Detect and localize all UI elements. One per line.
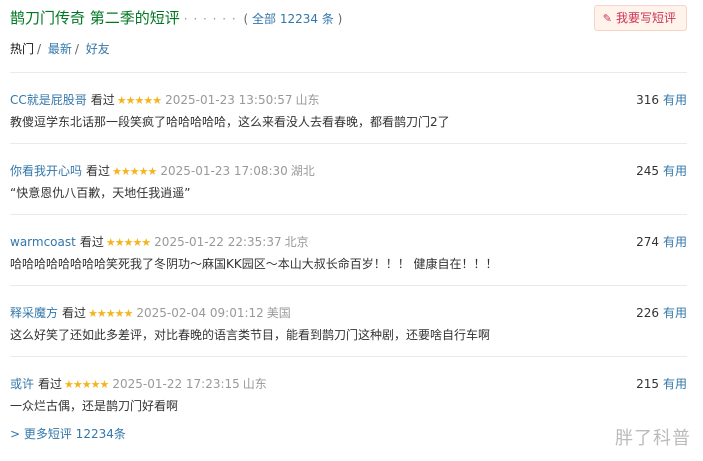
vote-area: 274 有用 (636, 233, 687, 250)
all-comments-link[interactable]: 全部 12234 条 (252, 12, 334, 26)
watched-label: 看过 (38, 377, 63, 391)
vote-area: 316 有用 (636, 91, 687, 108)
vote-count: 226 (636, 306, 659, 320)
vote-count: 245 (636, 164, 659, 178)
comment-time: 2025-01-23 17:08:30 (160, 164, 288, 178)
comment-time: 2025-01-23 13:50:57 (165, 93, 293, 107)
useful-button[interactable]: 有用 (663, 306, 687, 320)
count-paren-open: ( (243, 12, 253, 26)
title-text: 鹊刀门传奇 第二季的短评 (10, 9, 180, 27)
comment-text: 哈哈哈哈哈哈哈哈笑死我了冬阴功～麻国KK园区～本山大叔长命百岁！！！ 健康自在！… (10, 257, 498, 271)
comment-user[interactable]: 释采魔方 (10, 306, 58, 320)
comment-time: 2025-01-22 17:23:15 (112, 377, 240, 391)
more-comments-link[interactable]: > 更多短评 12234条 (10, 425, 126, 442)
comment-meta: warmcoast 看过 ★★★★★ 2025-01-22 22:35:37 北京 (10, 233, 309, 250)
vote-count: 316 (636, 93, 659, 107)
rating-stars-icon: ★★★★★ (112, 165, 157, 178)
comment-text: 教傻逗学东北话那一段笑疯了哈哈哈哈哈，这么来看没人去看春晚，都看鹊刀门2了 (10, 115, 450, 129)
comment-user[interactable]: 你看我开心吗 (10, 164, 82, 178)
watched-label: 看过 (86, 164, 111, 178)
useful-button[interactable]: 有用 (663, 377, 687, 391)
vote-count: 274 (636, 235, 659, 249)
vote-count: 215 (636, 377, 659, 391)
comment-user[interactable]: warmcoast (10, 235, 76, 249)
comment-time: 2025-02-04 09:01:12 (136, 306, 264, 320)
watched-label: 看过 (79, 235, 104, 249)
rating-stars-icon: ★★★★★ (88, 307, 133, 320)
comment-user[interactable]: CC就是屁股哥 (10, 93, 87, 107)
vote-area: 215 有用 (636, 375, 687, 392)
tab-hot[interactable]: 热门 (10, 42, 34, 56)
watched-label: 看过 (90, 93, 115, 107)
comment-list: CC就是屁股哥 看过 ★★★★★ 2025-01-23 13:50:57 山东 316 有… (10, 72, 687, 427)
page-header: 鹊刀门传奇 第二季的短评 · · · · · · ( 全部 12234 条 ) ✎… (10, 4, 687, 31)
watermark: 胖了科普 (615, 428, 691, 449)
comment-meta: CC就是屁股哥 看过 ★★★★★ 2025-01-23 13:50:57 山东 (10, 91, 320, 108)
useful-button[interactable]: 有用 (663, 164, 687, 178)
rating-stars-icon: ★★★★★ (64, 378, 109, 391)
comment-text: 一众烂古偶，还是鹊刀门好看啊 (10, 399, 179, 413)
useful-button[interactable]: 有用 (663, 93, 687, 107)
comment-text: “快意恩仇八百歉，天地任我逍遥” (10, 186, 191, 200)
comment-item: 或许 看过 ★★★★★ 2025-01-22 17:23:15 山东 215 有用 一众烂… (10, 356, 687, 427)
comment-item: CC就是屁股哥 看过 ★★★★★ 2025-01-23 13:50:57 山东 316 有… (10, 72, 687, 143)
comment-text: 这么好笑了还如此多差评，对比春晚的语言类节目，能看到鹊刀门这种剧，还要啥自行车啊 (10, 328, 491, 342)
comment-item: 释采魔方 看过 ★★★★★ 2025-02-04 09:01:12 美国 226 有用 这… (10, 285, 687, 356)
useful-button[interactable]: 有用 (663, 235, 687, 249)
write-comment-label: 我要写短评 (615, 11, 676, 25)
rating-stars-icon: ★★★★★ (116, 94, 162, 107)
comment-location: 北京 (284, 235, 309, 249)
comment-location: 山东 (242, 377, 267, 391)
comment-location: 山东 (295, 93, 320, 107)
count-paren-close: ) (333, 12, 343, 26)
comment-meta: 或许 看过 ★★★★★ 2025-01-22 17:23:15 山东 (10, 375, 267, 392)
comment-location: 湖北 (290, 164, 315, 178)
comment-meta: 释采魔方 看过 ★★★★★ 2025-02-04 09:01:12 美国 (10, 304, 291, 321)
page-title: 鹊刀门传奇 第二季的短评 · · · · · · ( 全部 12234 条 ) (10, 7, 342, 28)
vote-area: 226 有用 (636, 304, 687, 321)
pencil-icon: ✎ (602, 12, 612, 25)
tab-latest[interactable]: 最新 (48, 42, 72, 56)
sort-tabs: 热门 / 最新 / 好友 (10, 40, 110, 57)
comment-item: 你看我开心吗 看过 ★★★★★ 2025-01-23 17:08:30 湖北 245 有用… (10, 143, 687, 214)
write-comment-button[interactable]: ✎ 我要写短评 (593, 5, 687, 31)
tab-friends[interactable]: 好友 (86, 42, 110, 56)
comment-item: warmcoast 看过 ★★★★★ 2025-01-22 22:35:37 北京 27… (10, 214, 687, 285)
comment-user[interactable]: 或许 (10, 377, 34, 391)
comment-time: 2025-01-22 22:35:37 (154, 235, 282, 249)
rating-stars-icon: ★★★★★ (105, 236, 151, 249)
tab-separator: / (74, 42, 79, 56)
watched-label: 看过 (62, 306, 87, 320)
title-dots: · · · · · · (183, 12, 237, 26)
comment-location: 美国 (266, 306, 291, 320)
comment-meta: 你看我开心吗 看过 ★★★★★ 2025-01-23 17:08:30 湖北 (10, 162, 315, 179)
tab-separator: / (37, 42, 42, 56)
vote-area: 245 有用 (636, 162, 687, 179)
